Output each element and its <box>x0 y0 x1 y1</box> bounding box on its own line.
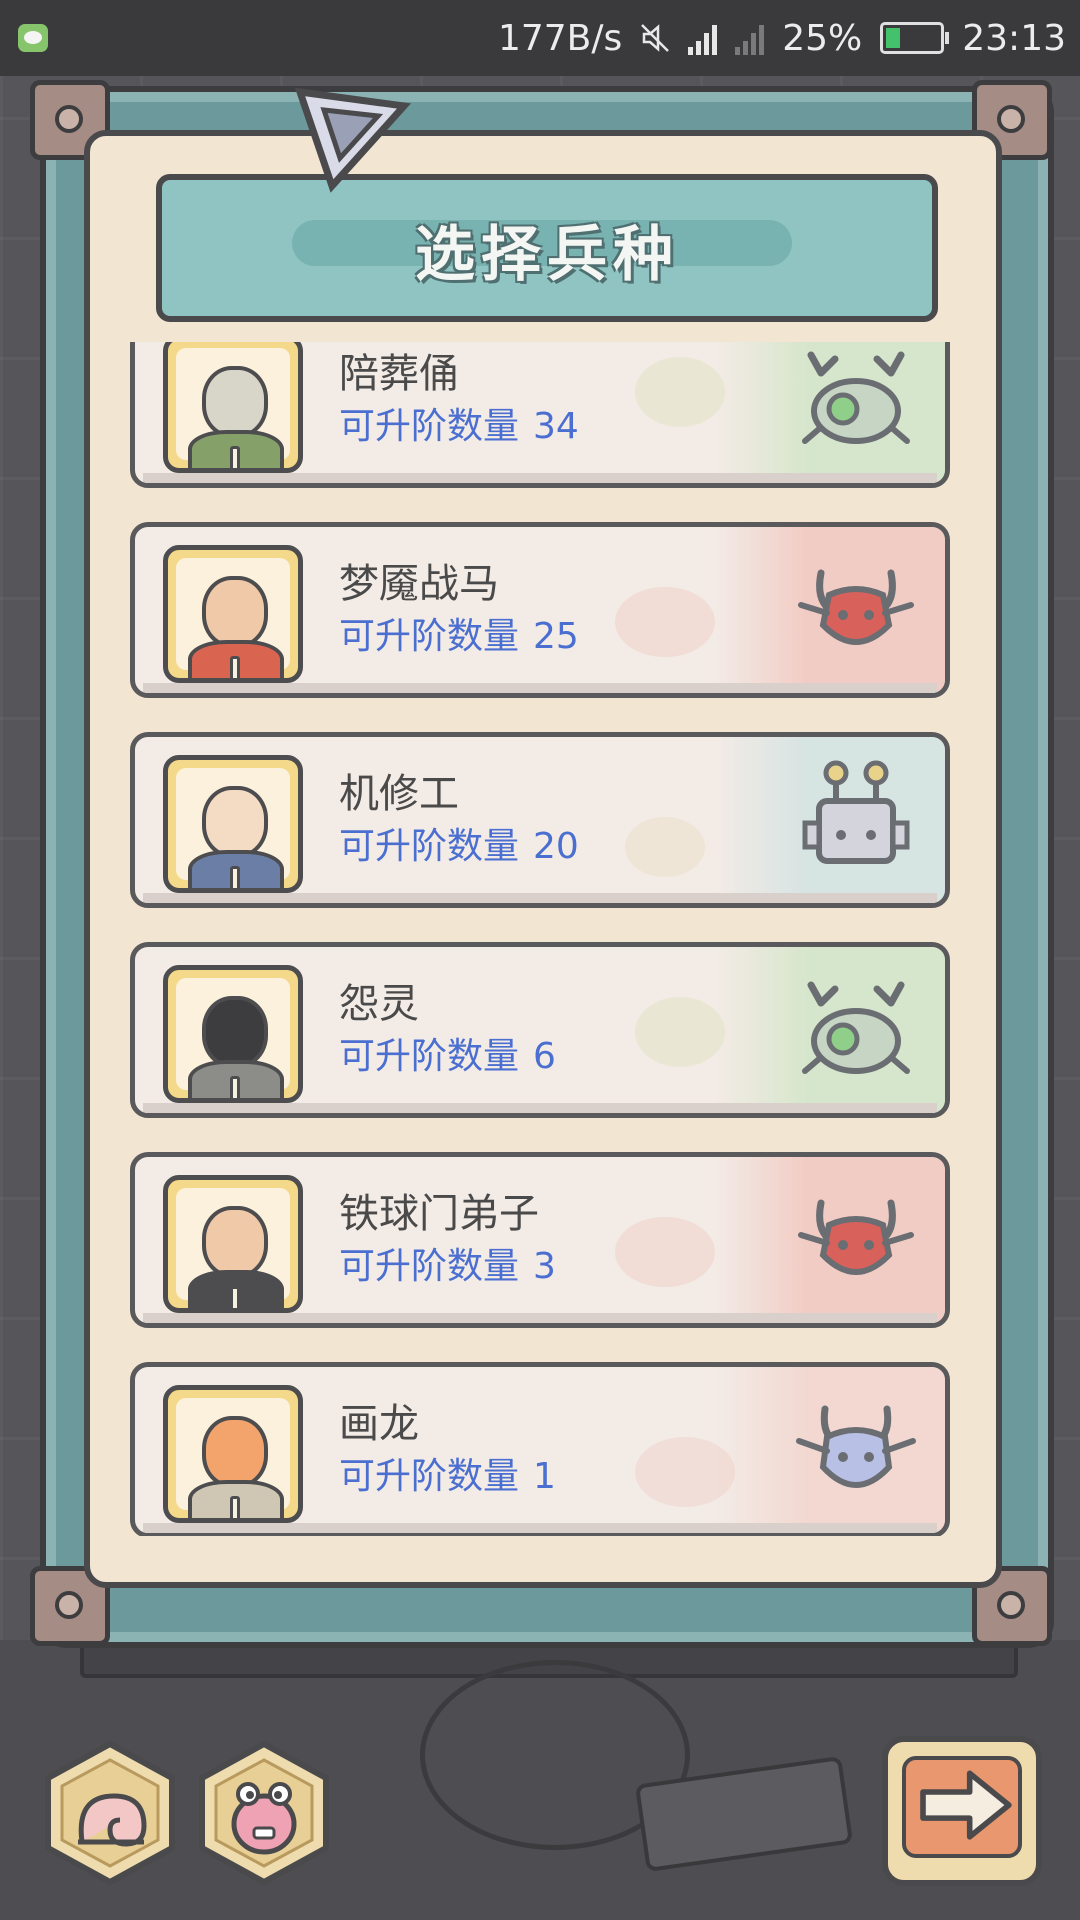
clock: 23:13 <box>962 17 1066 59</box>
upgrade-count: 可升阶数量 3 <box>339 1246 556 1287</box>
crab-type-icon <box>802 981 910 1074</box>
upgrade-count: 可升阶数量 1 <box>339 1456 556 1497</box>
unit-name: 陪葬俑 <box>339 351 459 397</box>
unit-row[interactable]: 画龙 可升阶数量 1 <box>130 1362 950 1536</box>
unit-portrait <box>163 545 303 683</box>
crab-type-icon <box>802 351 910 444</box>
unit-name: 画龙 <box>339 1401 419 1447</box>
demon-type-icon <box>798 569 914 645</box>
dragon-type-icon <box>796 1405 916 1488</box>
unit-name: 机修工 <box>339 771 459 817</box>
unit-portrait <box>163 342 303 473</box>
unit-portrait <box>163 755 303 893</box>
signal-icon <box>688 21 718 55</box>
battery-percent: 25% <box>782 17 863 59</box>
next-arrow-button[interactable] <box>882 1736 1042 1886</box>
upgrade-count: 可升阶数量 25 <box>339 616 579 657</box>
upgrade-count: 可升阶数量 34 <box>339 406 579 447</box>
demon-type-icon <box>798 1199 914 1275</box>
network-speed: 177B/s <box>497 17 623 59</box>
unit-row[interactable]: 怨灵 可升阶数量 6 <box>130 942 950 1118</box>
triangle-emblem-icon <box>294 87 412 193</box>
battery-icon <box>880 22 950 54</box>
shell-button[interactable] <box>40 1738 180 1888</box>
unit-portrait <box>163 1385 303 1523</box>
page-title: 选择兵种 <box>415 220 679 290</box>
unit-row[interactable]: 铁球门弟子 可升阶数量 3 <box>130 1152 950 1328</box>
title-banner: 选择兵种 <box>156 174 938 322</box>
unit-portrait <box>163 1175 303 1313</box>
creature-button[interactable] <box>194 1738 334 1888</box>
robot-type-icon <box>802 760 910 864</box>
status-bar: 177B/s 25% 23:13 <box>0 0 1080 76</box>
mute-icon <box>641 24 670 52</box>
unit-list[interactable]: 陪葬俑 可升阶数量34 梦魇战马 可升阶数量25 机修工 可升阶数量20 <box>130 342 956 1536</box>
arrow-right-icon <box>920 1770 1012 1840</box>
unit-row[interactable]: 陪葬俑 可升阶数量 34 <box>130 342 950 488</box>
upgrade-count: 可升阶数量 6 <box>339 1036 556 1077</box>
unit-row[interactable]: 梦魇战马 可升阶数量 25 <box>130 522 950 698</box>
unit-name: 怨灵 <box>339 981 419 1027</box>
unit-name: 铁球门弟子 <box>339 1191 539 1237</box>
unit-row[interactable]: 机修工 可升阶数量 20 <box>130 732 950 908</box>
signal-2-icon <box>735 21 765 55</box>
upgrade-count: 可升阶数量 20 <box>339 826 579 867</box>
wechat-icon <box>18 24 48 52</box>
unit-portrait <box>163 965 303 1103</box>
unit-name: 梦魇战马 <box>339 561 499 607</box>
